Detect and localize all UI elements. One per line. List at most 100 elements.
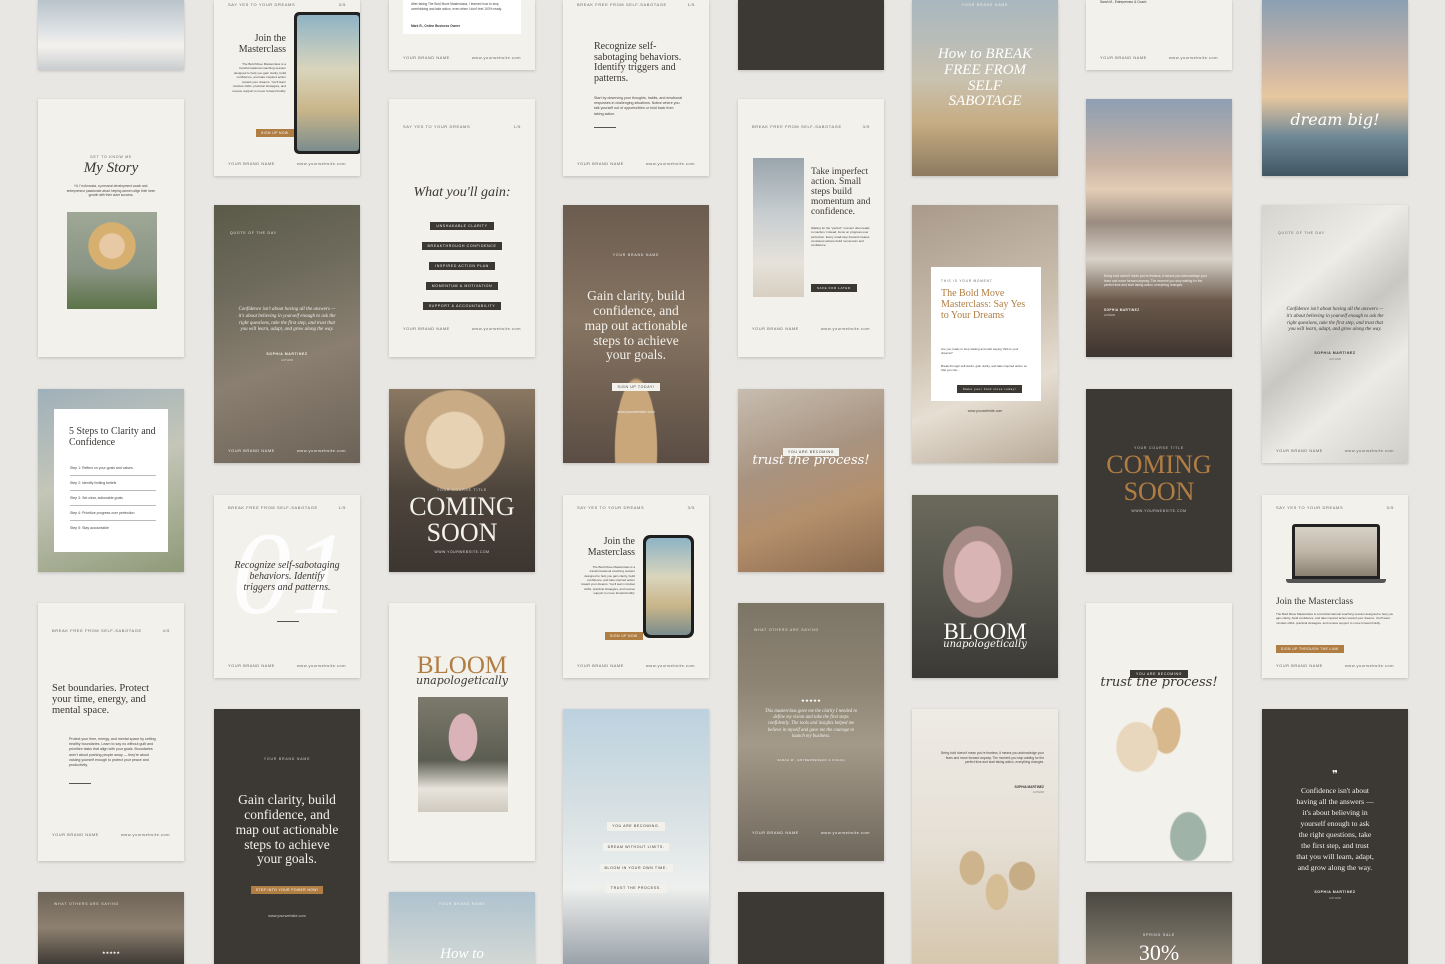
spring-sale-label: SPRING SALE [1142, 933, 1176, 937]
brand-name: YOUR BRAND NAME [577, 161, 624, 166]
brand-name: YOUR BRAND NAME [752, 830, 799, 835]
stars: ★★★★★ [102, 950, 120, 955]
divider-arrow [277, 621, 299, 622]
sand-quote-card: QUOTE OF THE DAY Confidence isn't about … [1262, 205, 1408, 463]
save-for-later-button[interactable]: SAVE FOR LATER [811, 284, 857, 292]
affirmation: YOU ARE BECOMING. [607, 822, 665, 831]
recognize-title: Recognize self-sabotaging behaviors. Ide… [594, 41, 682, 84]
header-label: SAY YES TO YOUR DREAMS [403, 124, 471, 129]
sign-up-button[interactable]: Sign up now [256, 129, 294, 137]
gain-title: What you'll gain: [413, 185, 511, 200]
recognize-title: Recognize self-sabotaging behaviors. Ide… [234, 560, 340, 593]
sign-up-button[interactable]: Sign up now [605, 632, 643, 640]
confidence-quote-dark-card: ❞ Confidence isn't about having all the … [1262, 709, 1408, 964]
dark-quote-role: AUTHOR [1329, 896, 1341, 900]
spring-sale-card: SPRING SALE 30% [1086, 892, 1232, 964]
what-others-label: WHAT OTHERS ARE SAYING [754, 628, 820, 632]
beach-woman-photo [753, 158, 804, 297]
testimonial-panel: After taking The Bold Move Masterclass, … [403, 0, 521, 34]
gain-item: SUPPORT & ACCOUNTABILITY [422, 302, 502, 311]
brand-name: YOUR BRAND NAME [752, 326, 799, 331]
bloom-photo-card: BLOOM unapologetically [912, 495, 1058, 678]
divider-arrow [594, 127, 616, 128]
brand-name: YOUR BRAND NAME [228, 448, 275, 453]
trust-process-script: trust the process! [752, 453, 870, 468]
recognize-card: BREAK FREE FROM SELF-SABOTAGE 1/5 Recogni… [563, 0, 709, 176]
header-label: SAY YES TO YOUR DREAMS [1276, 505, 1344, 510]
affirmation: TRUST THE PROCESS. [605, 884, 667, 894]
gain-clarity-dark-card: YOUR BRAND NAME Gain clarity, build confi… [214, 709, 360, 964]
website: www.yourwebsite.com [1344, 663, 1394, 668]
pampas-grass-photo [942, 804, 1042, 964]
gain-item: MOMENTUM & MOTIVATION [425, 282, 499, 291]
quote-author-role: AUTHOR [281, 358, 293, 362]
website-caps: WWW.YOURWEBSITE.COM [1131, 509, 1187, 513]
page-number: 1/5 [513, 124, 521, 129]
flower-vase-photo [418, 697, 508, 812]
brand-name: YOUR BRAND NAME [403, 55, 450, 60]
quote-of-day-label: QUOTE OF THE DAY [1278, 231, 1325, 235]
steps-list: Step 1: Reflect on your goals and values… [70, 463, 156, 535]
brand-name: YOUR BRAND NAME [403, 326, 450, 331]
header-label: BREAK FREE FROM SELF-SABOTAGE [752, 124, 842, 129]
dream-big-card: dream big! [1262, 0, 1408, 176]
pampas-quote-role: AUTHOR [1033, 791, 1044, 794]
sign-up-today-button[interactable]: SIGN UP TODAY! [612, 383, 660, 391]
bold-move-button[interactable]: Make your bold move today! [957, 385, 1023, 393]
masterclass-testimonial-card: WHAT OTHERS ARE SAYING ★★★★★ This master… [738, 603, 884, 861]
website: www.yourwebsite.com [296, 161, 346, 166]
page-number: 5/5 [1386, 505, 1394, 510]
website: www.yourwebsite.com [471, 55, 521, 60]
gain-clarity-photo-card: YOUR BRAND NAME Gain clarity, build confi… [563, 205, 709, 463]
header-label: BREAK FREE FROM SELF-SABOTAGE [577, 2, 667, 7]
quote-author: SOPHIA MARTINEZ [1314, 351, 1356, 355]
sea-quote-role: AUTHOR [1104, 314, 1115, 317]
imperfect-action-card: BREAK FREE FROM SELF-SABOTAGE 3/5 Take im… [738, 99, 884, 357]
step-into-power-button[interactable]: STEP INTO YOUR POWER NOW! [250, 886, 324, 894]
affirmation: BLOOM IN YOUR OWN TIME. [599, 863, 673, 873]
join-title: Join the Masterclass [1276, 597, 1354, 607]
brand-name: YOUR BRAND NAME [1276, 448, 1323, 453]
website: www.yourwebsite.com [120, 832, 170, 837]
steps-card: 5 Steps to Clarity and Confidence Step 1… [38, 389, 184, 572]
trust-process-script: trust the process! [1100, 675, 1218, 690]
dark-bottom-card [738, 892, 884, 964]
join-title: Join the Masterclass [238, 33, 286, 55]
website: www.yourwebsite.com [296, 663, 346, 668]
header-label: SAY YES TO YOUR DREAMS [577, 505, 645, 510]
bold-move-body-1: Are you ready to stop waiting and start … [941, 347, 1019, 356]
bold-move-body-2: Break through self-doubt, gain clarity, … [941, 364, 1027, 373]
brand-name: YOUR BRAND NAME [577, 663, 624, 668]
moment-label: THIS IS YOUR MOMENT [941, 279, 993, 283]
brand-label: YOUR BRAND NAME [438, 902, 486, 906]
website: www.yourwebsite.com [296, 448, 346, 453]
trust-process-sheets-card: YOU ARE BECOMING trust the process! [738, 389, 884, 572]
website: www.yourwebsite.com [645, 663, 695, 668]
website-caps: WWW.YOURWEBSITE.COM [434, 550, 490, 554]
brand-name: YOUR BRAND NAME [1276, 663, 1323, 668]
masterclass-quote-text: This masterclass gave me the clarity I n… [764, 709, 858, 739]
website: www.yourwebsite.com [268, 914, 306, 918]
boundaries-title: Set boundaries. Protect your time, energ… [52, 683, 150, 717]
testimonial-top-card: After taking The Bold Move Masterclass, … [389, 0, 535, 70]
how-to-break-free-card: YOUR BRAND NAME How to BREAK FREE FROM S… [912, 0, 1058, 176]
testimonial-sarah-card: Sarah M., Entrepreneur & Coach YOUR BRAN… [1086, 0, 1232, 70]
laptop-mockup [1292, 524, 1380, 579]
recognize-01-card: BREAK FREE FROM SELF-SABOTAGE 1/5 01 Reco… [214, 495, 360, 678]
website: www.yourwebsite.com [645, 161, 695, 166]
website: www.yourwebsite.com [471, 326, 521, 331]
join-title: Join the Masterclass [587, 536, 635, 558]
sign-up-link-button[interactable]: Sign up through the link [1276, 645, 1344, 653]
quote-text: Confidence isn't about having all the an… [238, 307, 336, 333]
masterclass-quote-name: SARAH W., ENTREPRENEUR & COACH [777, 758, 845, 762]
what-others-label: WHAT OTHERS ARE SAYING [54, 902, 120, 906]
quote-of-day-label: QUOTE OF THE DAY [230, 231, 277, 235]
tablet-mockup [294, 12, 360, 154]
laptop-base [1286, 579, 1386, 583]
trust-process-palm-card: YOU ARE BECOMING trust the process! [1086, 603, 1232, 861]
dream-big-script: dream big! [1290, 110, 1380, 129]
gain-list: UNSHAKABLE CLARITY BREAKTHROUGH CONFIDEN… [389, 213, 535, 313]
pampas-quote-card: Being bold doesn't mean you're fearless,… [912, 709, 1058, 964]
sea-quote-text: Being bold doesn't mean you're fearless,… [1104, 274, 1207, 288]
imperfect-title: Take imperfect action. Small steps build… [811, 167, 871, 217]
